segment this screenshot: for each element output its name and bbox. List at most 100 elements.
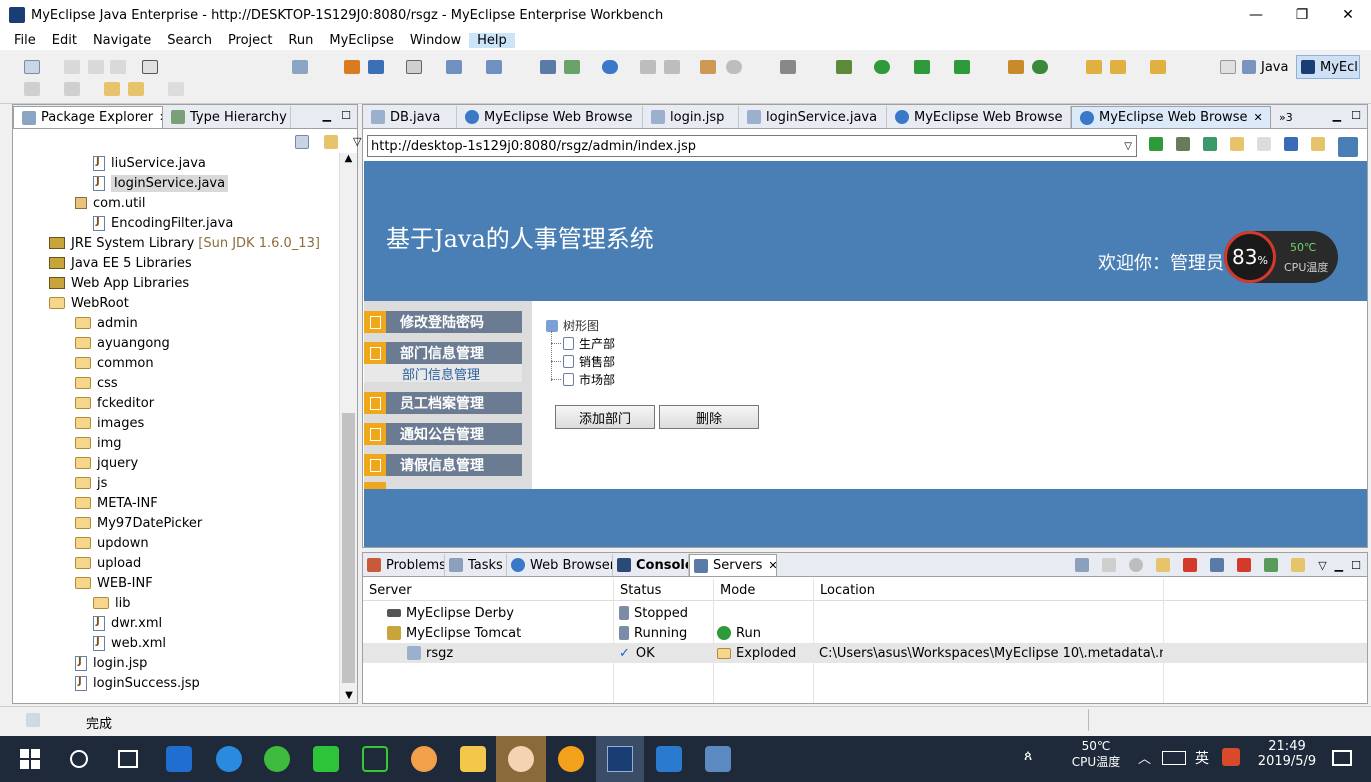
open-type-icon[interactable] xyxy=(700,60,716,74)
search-icon[interactable] xyxy=(70,750,88,768)
back-icon[interactable] xyxy=(1230,137,1244,151)
open-folder-icon[interactable] xyxy=(1086,60,1102,74)
chevron-down-icon[interactable]: ▽ xyxy=(1124,141,1132,152)
tree-scroll-thumb[interactable] xyxy=(342,413,355,683)
menu-change-password[interactable]: 修改登陆密码 xyxy=(364,311,522,333)
taskbar-app-avatar[interactable] xyxy=(496,736,546,782)
start-button[interactable] xyxy=(20,749,40,769)
tab-web-browse-2[interactable]: MyEclipse Web Browse xyxy=(887,106,1071,128)
menu-file[interactable]: File xyxy=(6,33,44,48)
binary-icon[interactable] xyxy=(142,60,158,74)
360-browser-icon[interactable] xyxy=(264,746,290,772)
camera-icon[interactable] xyxy=(780,60,796,74)
tab-login-jsp[interactable]: login.jsp xyxy=(643,106,739,128)
edge-icon[interactable] xyxy=(166,746,192,772)
column-location[interactable]: Location xyxy=(820,580,875,600)
tree-item[interactable]: upload xyxy=(75,553,141,573)
next-annotation-icon[interactable] xyxy=(24,82,40,96)
tree-item[interactable]: loginSuccess.jsp xyxy=(75,673,200,693)
tree-item[interactable]: com.util xyxy=(75,193,145,213)
new-icon[interactable] xyxy=(24,60,40,74)
open-file-icon[interactable] xyxy=(1150,60,1166,74)
tree-item[interactable]: images xyxy=(75,413,144,433)
tab-db-java[interactable]: DB.java xyxy=(363,106,457,128)
people-icon[interactable]: ጰ xyxy=(1024,748,1032,764)
last-edit-icon[interactable] xyxy=(104,82,120,96)
tree-item[interactable]: fckeditor xyxy=(75,393,154,413)
debug-server-icon[interactable] xyxy=(1102,558,1117,572)
tree-root[interactable]: 树形图 xyxy=(546,317,599,334)
column-status[interactable]: Status xyxy=(620,580,661,600)
tab-type-hierarchy[interactable]: Type Hierarchy xyxy=(163,106,291,128)
maximize-button[interactable]: ❐ xyxy=(1279,0,1325,30)
collapse-all-icon[interactable] xyxy=(295,135,309,149)
keyboard-icon[interactable] xyxy=(1162,751,1186,765)
bookmark-icon[interactable] xyxy=(1203,137,1217,151)
start-server-icon[interactable] xyxy=(1129,558,1144,572)
submenu-department[interactable]: 部门信息管理 xyxy=(364,364,522,383)
tree-item[interactable]: WEB-INF xyxy=(75,573,153,593)
remove-icon[interactable] xyxy=(1237,558,1252,572)
tab-web-browse-3[interactable]: MyEclipse Web Browse ✕ xyxy=(1071,106,1271,128)
server-config-icon[interactable] xyxy=(1075,558,1090,572)
file-explorer-icon[interactable] xyxy=(460,746,486,772)
tree-item[interactable]: login.jsp xyxy=(75,653,147,673)
menu-employee[interactable]: 员工档案管理 xyxy=(364,392,522,414)
debug-icon[interactable] xyxy=(1176,137,1190,151)
clock[interactable]: 21:49 2019/5/9 xyxy=(1250,739,1324,769)
maximize-view-icon[interactable]: ☐ xyxy=(341,109,351,122)
menu-help[interactable]: Help xyxy=(469,32,515,48)
tree-item[interactable]: css xyxy=(75,373,118,393)
chevron-up-icon[interactable]: ︿ xyxy=(1138,748,1151,767)
sogou-icon[interactable] xyxy=(1222,748,1240,766)
menu-run[interactable]: Run xyxy=(280,33,321,48)
myeclipse-browser-icon[interactable] xyxy=(1338,137,1358,157)
back-icon[interactable] xyxy=(128,82,144,96)
url-bar[interactable]: http://desktop-1s129j0:8080/rsgz/admin/i… xyxy=(367,135,1137,157)
column-server[interactable]: Server xyxy=(369,580,412,600)
close-icon[interactable]: ✕ xyxy=(1253,111,1262,124)
debug-icon[interactable] xyxy=(836,60,852,74)
menu-search[interactable]: Search xyxy=(159,33,220,48)
coverage-icon[interactable] xyxy=(914,60,930,74)
tree-item[interactable]: Web App Libraries xyxy=(49,273,189,293)
forward-icon[interactable] xyxy=(168,82,184,96)
remote-desktop-icon[interactable] xyxy=(656,746,682,772)
minimize-view-icon[interactable]: ▁ xyxy=(323,109,331,122)
publish-icon[interactable] xyxy=(1264,558,1279,572)
save-icon[interactable] xyxy=(64,60,80,74)
tree-item[interactable]: EncodingFilter.java xyxy=(93,213,233,233)
tree-item[interactable]: admin xyxy=(75,313,138,333)
minimize-view-icon[interactable]: ▁ xyxy=(1335,559,1343,572)
link-with-editor-icon[interactable] xyxy=(324,135,338,149)
perspective-java[interactable]: Java xyxy=(1242,56,1288,78)
forward-icon[interactable] xyxy=(1257,137,1271,151)
new-web-project-icon[interactable] xyxy=(292,60,308,74)
tab-console[interactable]: Console xyxy=(613,554,689,576)
nav-back-icon[interactable] xyxy=(640,60,656,74)
wechat-icon[interactable] xyxy=(362,746,388,772)
minimize-view-icon[interactable]: ▁ xyxy=(1333,109,1341,122)
dept-node[interactable]: 市场部 xyxy=(551,371,615,388)
tab-package-explorer[interactable]: Package Explorer ✕ xyxy=(13,106,163,128)
table-row[interactable]: MyEclipse Derby Stopped xyxy=(363,603,1367,623)
java-ee-icon[interactable] xyxy=(406,60,422,74)
task-view-icon[interactable] xyxy=(118,750,138,768)
qq-icon[interactable] xyxy=(411,746,437,772)
refresh-icon[interactable] xyxy=(1311,137,1325,151)
tab-servers[interactable]: Servers ✕ xyxy=(689,554,777,576)
tab-web-browser[interactable]: Web Browser xyxy=(507,554,613,576)
menu-myeclipse[interactable]: MyEclipse xyxy=(321,33,402,48)
print-icon[interactable] xyxy=(110,60,126,74)
tab-login-service[interactable]: loginService.java xyxy=(739,106,887,128)
delete-button[interactable]: 删除 xyxy=(659,405,759,429)
perspective-myeclipse[interactable]: MyEcli xyxy=(1296,55,1360,79)
stop-icon[interactable] xyxy=(1284,137,1298,151)
go-icon[interactable] xyxy=(1149,137,1163,151)
deploy-icon[interactable] xyxy=(1210,558,1225,572)
kugou-icon[interactable] xyxy=(216,746,242,772)
tree-item[interactable]: META-INF xyxy=(75,493,158,513)
close-icon[interactable]: ✕ xyxy=(768,559,776,572)
tree-item[interactable]: loginService.java xyxy=(93,173,229,193)
minimize-button[interactable]: — xyxy=(1233,0,1279,30)
